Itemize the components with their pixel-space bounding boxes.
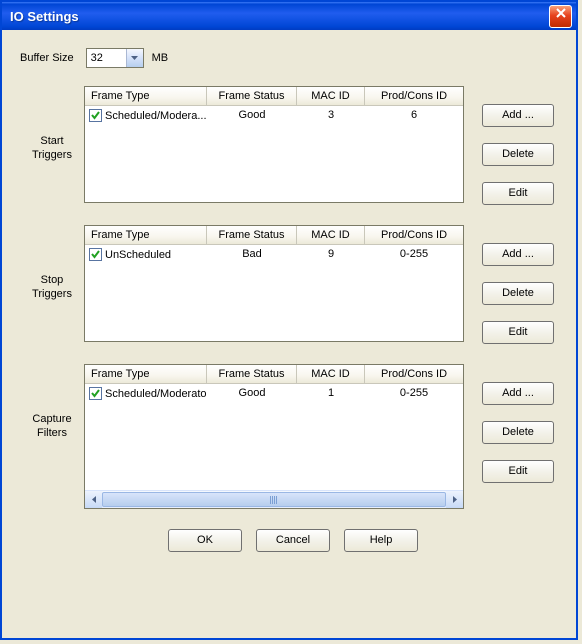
col-prod-cons-id[interactable]: Prod/Cons ID	[365, 87, 463, 106]
col-frame-type[interactable]: Frame Type	[85, 226, 207, 245]
stop-triggers-label: Stop Triggers	[20, 225, 84, 301]
start-triggers-buttons: Add ... Delete Edit	[482, 86, 554, 205]
edit-button[interactable]: Edit	[482, 321, 554, 344]
chevron-left-icon	[92, 496, 96, 503]
cell-frame-status: Good	[207, 386, 297, 401]
col-frame-type[interactable]: Frame Type	[85, 365, 207, 384]
row-checkbox[interactable]	[89, 387, 102, 400]
cell-prod-cons-id: 0-255	[365, 247, 463, 262]
col-frame-status[interactable]: Frame Status	[207, 87, 297, 106]
col-mac-id[interactable]: MAC ID	[297, 87, 365, 106]
col-frame-status[interactable]: Frame Status	[207, 226, 297, 245]
cell-frame-status: Good	[207, 108, 297, 123]
start-triggers-label: Start Triggers	[20, 86, 84, 162]
cancel-button[interactable]: Cancel	[256, 529, 330, 552]
edit-button[interactable]: Edit	[482, 182, 554, 205]
cell-frame-type: Scheduled/Modera...	[85, 108, 207, 123]
delete-button[interactable]: Delete	[482, 421, 554, 444]
col-mac-id[interactable]: MAC ID	[297, 365, 365, 384]
ok-button[interactable]: OK	[168, 529, 242, 552]
table-body: Scheduled/Modera... Good 3 6	[85, 106, 463, 202]
cell-prod-cons-id: 6	[365, 108, 463, 123]
table-header: Frame Type Frame Status MAC ID Prod/Cons…	[85, 226, 463, 245]
col-prod-cons-id[interactable]: Prod/Cons ID	[365, 226, 463, 245]
dialog-buttons: OK Cancel Help	[20, 529, 566, 552]
buffer-size-row: Buffer Size 32 MB	[20, 48, 566, 68]
check-icon	[90, 388, 101, 399]
table-row[interactable]: UnScheduled Bad 9 0-255	[85, 245, 463, 264]
capture-filters-section: Capture Filters Frame Type Frame Status …	[20, 364, 566, 509]
stop-triggers-buttons: Add ... Delete Edit	[482, 225, 554, 344]
check-icon	[90, 249, 101, 260]
add-button[interactable]: Add ...	[482, 243, 554, 266]
cell-frame-status: Bad	[207, 247, 297, 262]
dialog-body: Buffer Size 32 MB Start Triggers Frame T…	[2, 30, 576, 562]
horizontal-scrollbar[interactable]	[85, 490, 463, 508]
chevron-right-icon	[453, 496, 457, 503]
grip-icon	[270, 496, 278, 504]
chevron-down-icon	[126, 49, 143, 67]
start-triggers-section: Start Triggers Frame Type Frame Status M…	[20, 86, 566, 205]
delete-button[interactable]: Delete	[482, 282, 554, 305]
cell-mac-id: 1	[297, 386, 365, 401]
scroll-track[interactable]	[102, 491, 446, 508]
close-button[interactable]	[549, 5, 572, 28]
capture-filters-buttons: Add ... Delete Edit	[482, 364, 554, 483]
table-body: UnScheduled Bad 9 0-255	[85, 245, 463, 341]
delete-button[interactable]: Delete	[482, 143, 554, 166]
col-prod-cons-id[interactable]: Prod/Cons ID	[365, 365, 463, 384]
start-triggers-table[interactable]: Frame Type Frame Status MAC ID Prod/Cons…	[84, 86, 464, 203]
help-button[interactable]: Help	[344, 529, 418, 552]
table-header: Frame Type Frame Status MAC ID Prod/Cons…	[85, 87, 463, 106]
cell-mac-id: 9	[297, 247, 365, 262]
row-checkbox[interactable]	[89, 109, 102, 122]
window-title: IO Settings	[10, 9, 549, 24]
buffer-size-select[interactable]: 32	[86, 48, 144, 68]
col-mac-id[interactable]: MAC ID	[297, 226, 365, 245]
table-row[interactable]: Scheduled/Modera... Good 3 6	[85, 106, 463, 125]
col-frame-status[interactable]: Frame Status	[207, 365, 297, 384]
buffer-size-value: 32	[87, 52, 126, 64]
check-icon	[90, 110, 101, 121]
capture-filters-table[interactable]: Frame Type Frame Status MAC ID Prod/Cons…	[84, 364, 464, 509]
capture-filters-label: Capture Filters	[20, 364, 84, 440]
edit-button[interactable]: Edit	[482, 460, 554, 483]
cell-mac-id: 3	[297, 108, 365, 123]
buffer-size-label: Buffer Size	[20, 52, 74, 64]
add-button[interactable]: Add ...	[482, 104, 554, 127]
table-body: Scheduled/Moderator Good 1 0-255	[85, 384, 463, 490]
row-checkbox[interactable]	[89, 248, 102, 261]
buffer-size-unit: MB	[152, 52, 169, 64]
stop-triggers-section: Stop Triggers Frame Type Frame Status MA…	[20, 225, 566, 344]
add-button[interactable]: Add ...	[482, 382, 554, 405]
close-icon	[555, 7, 567, 19]
titlebar: IO Settings	[2, 2, 576, 30]
scroll-thumb[interactable]	[102, 492, 446, 507]
cell-frame-type: UnScheduled	[85, 247, 207, 262]
col-frame-type[interactable]: Frame Type	[85, 87, 207, 106]
scroll-right-button[interactable]	[446, 491, 463, 508]
scroll-left-button[interactable]	[85, 491, 102, 508]
cell-prod-cons-id: 0-255	[365, 386, 463, 401]
table-header: Frame Type Frame Status MAC ID Prod/Cons…	[85, 365, 463, 384]
io-settings-window: IO Settings Buffer Size 32 MB Start Trig…	[0, 0, 578, 640]
stop-triggers-table[interactable]: Frame Type Frame Status MAC ID Prod/Cons…	[84, 225, 464, 342]
table-row[interactable]: Scheduled/Moderator Good 1 0-255	[85, 384, 463, 403]
cell-frame-type: Scheduled/Moderator	[85, 386, 207, 401]
